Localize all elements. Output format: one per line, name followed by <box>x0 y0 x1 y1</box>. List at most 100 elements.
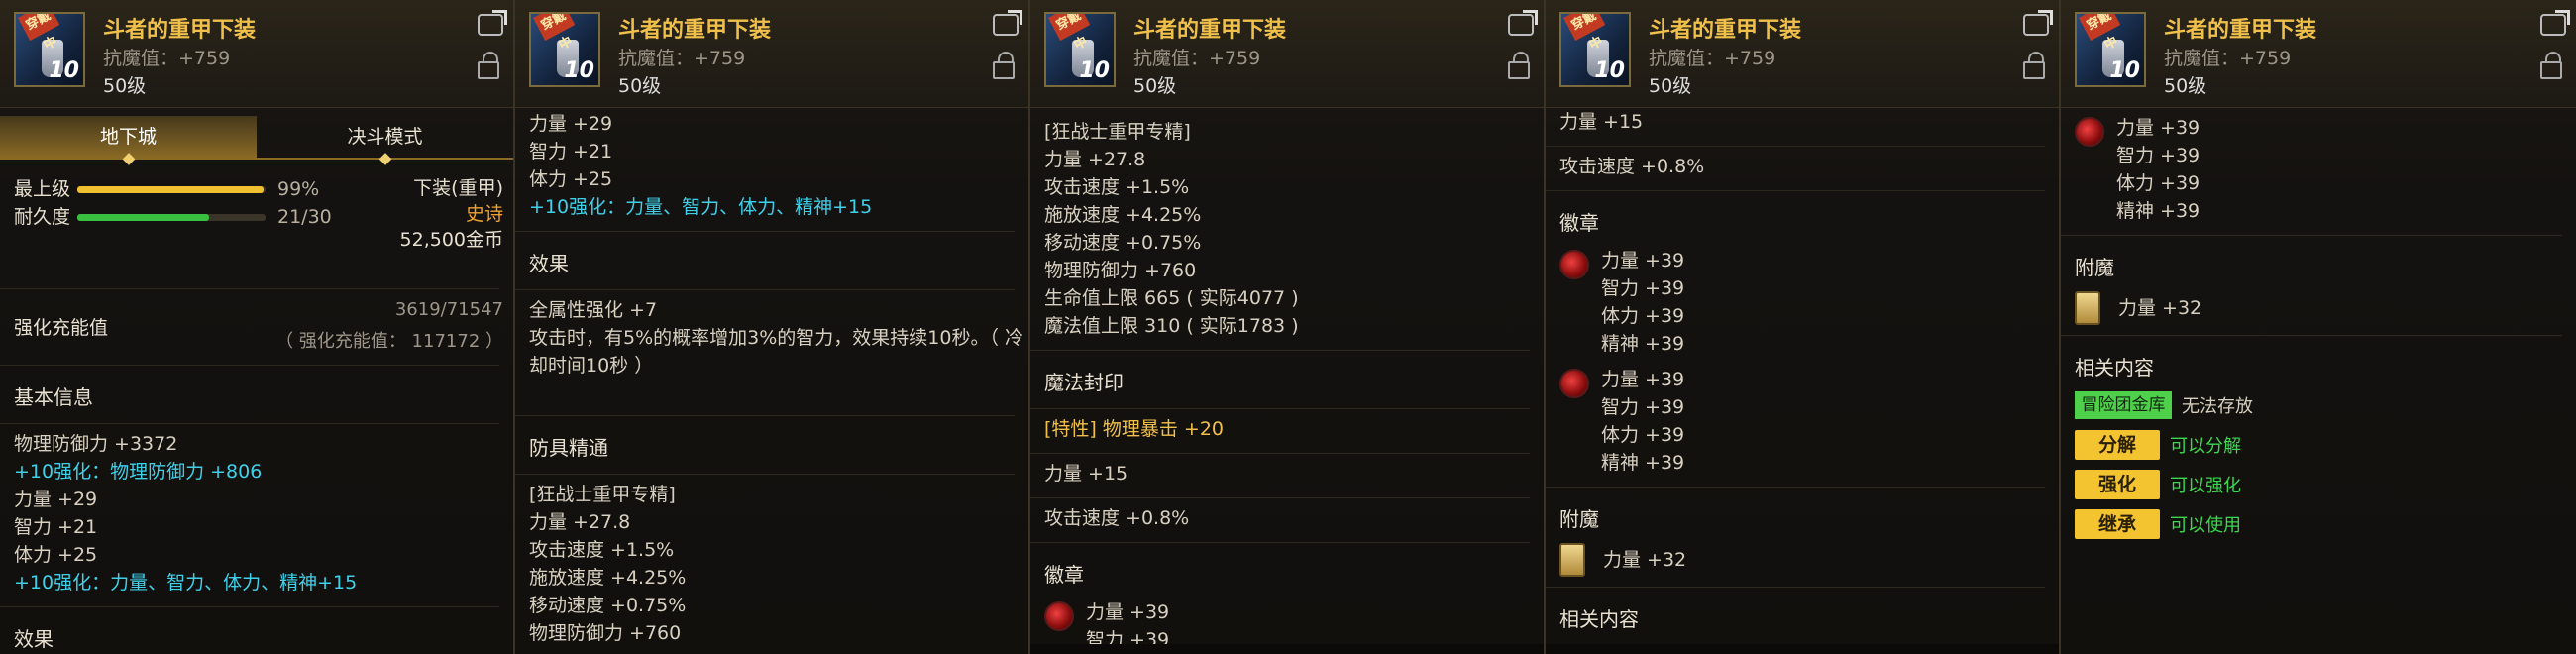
magic-resist: 抗魔值：+759 <box>618 48 746 69</box>
red-emblem-icon <box>1559 369 1589 398</box>
durability-bar <box>77 214 266 221</box>
enchant-row: 力量 +32 <box>1559 543 2059 577</box>
lock-icon[interactable] <box>993 52 1015 79</box>
item-icon: 穿戴中 10 <box>1559 12 1631 87</box>
emblem-line: 力量 +39 <box>1086 601 1170 623</box>
enchant-card-icon <box>2075 291 2100 325</box>
charge-total: （ 强化充能值： 117172 ） <box>275 331 503 352</box>
item-name: 斗者的重甲下装 <box>1133 18 1287 43</box>
stat-line: 力量 +29 <box>529 113 613 135</box>
related-row-enhance: 强化 可以强化 <box>2075 467 2576 502</box>
rarity: 史诗 <box>465 203 503 225</box>
tooltip-panel-5: 穿戴中 10 斗者的重甲下装 抗魔值：+759 50级 力量 +39 智力 +3… <box>2061 0 2576 654</box>
mastery-line: 移动速度 +0.75% <box>1044 232 1202 254</box>
vault-button[interactable]: 冒险团金库 <box>2075 391 2172 419</box>
share-icon[interactable] <box>1508 14 1534 36</box>
lock-icon[interactable] <box>2540 52 2562 79</box>
emblem-line: 体力 +39 <box>1601 424 1685 446</box>
enhance-level: 10 <box>564 58 594 83</box>
emblem-slot-1: 力量 +39 智力 +39 体力 +39 精神 +39 <box>1559 247 2059 358</box>
inherit-button[interactable]: 继承 <box>2075 509 2160 539</box>
enhance-button[interactable]: 强化 <box>2075 470 2160 499</box>
inherit-status: 可以使用 <box>2170 515 2241 536</box>
enchant-card-icon <box>1559 543 1585 577</box>
item-icon: 穿戴中 10 <box>529 12 600 87</box>
equipped-tag: 穿戴中 <box>2079 14 2120 54</box>
charge-label: 强化充能值 <box>14 317 109 339</box>
red-emblem-icon <box>2075 117 2104 147</box>
enchant-label: 附魔 <box>2075 256 2114 279</box>
enhance-level: 10 <box>1594 58 1625 83</box>
mastery-line: 移动速度 +0.75% <box>529 595 687 616</box>
emblem-line: 体力 +39 <box>1601 305 1685 327</box>
mode-tabs: 地下城 决斗模式 <box>0 116 513 165</box>
mastery-line: [狂战士重甲专精] <box>529 484 676 505</box>
item-header: 穿戴中 10 斗者的重甲下装 抗魔值：+759 50级 <box>2061 0 2576 108</box>
equipped-tag: 穿戴中 <box>533 14 575 54</box>
mastery-line: 魔法值上限 310 ( 实际1783 ) <box>1044 315 1299 337</box>
enchant-row: 力量 +32 <box>2075 291 2576 325</box>
related-label: 相关内容 <box>2075 356 2154 380</box>
emblem-line: 智力 +39 <box>1601 277 1685 299</box>
lock-icon[interactable] <box>2023 52 2045 79</box>
basic-info-line: 体力 +25 <box>14 544 98 566</box>
item-name: 斗者的重甲下装 <box>618 18 772 43</box>
enhance-level: 10 <box>49 58 79 83</box>
top-grade-bar <box>77 186 266 193</box>
mastery-line: 攻击速度 +1.5% <box>529 539 675 561</box>
equipped-tag: 穿戴中 <box>1048 14 1090 54</box>
effect-label: 效果 <box>529 252 569 275</box>
tooltip-panel-2: 穿戴中 10 斗者的重甲下装 抗魔值：+759 50级 力量 +29 智力 +2… <box>515 0 1030 654</box>
share-icon[interactable] <box>2540 14 2566 36</box>
enchant-label: 附魔 <box>1559 507 1599 531</box>
seal-line: 力量 +15 <box>1044 463 1128 485</box>
lock-icon[interactable] <box>478 52 499 79</box>
seal-label: 魔法封印 <box>1044 371 1124 394</box>
emblem-line: 精神 +39 <box>1601 333 1685 355</box>
enhance-level: 10 <box>2109 58 2140 83</box>
share-icon[interactable] <box>478 14 503 36</box>
item-name: 斗者的重甲下装 <box>1649 18 1802 43</box>
mastery-line: [狂战士重甲专精] <box>1044 121 1191 143</box>
basic-info-list: 物理防御力 +3372 +10强化：物理防御力 +806 力量 +29 智力 +21 体… <box>14 430 513 597</box>
emblem-line: 体力 +39 <box>2116 172 2200 194</box>
tab-pvp[interactable]: 决斗模式 <box>257 116 513 165</box>
magic-resist: 抗魔值：+759 <box>1649 48 1776 69</box>
related-row-vault: 冒险团金库 无法存放 <box>2075 387 2576 423</box>
share-icon[interactable] <box>2023 14 2049 36</box>
stat-line: +10强化：力量、智力、体力、精神+15 <box>529 196 873 218</box>
mastery-line: 施放速度 +4.25% <box>529 567 687 589</box>
enchant-value: 力量 +32 <box>1603 549 1687 571</box>
emblem-slot: 力量 +39 智力 +39 体力 +39 精神 +39 <box>2075 114 2576 225</box>
equipped-tag: 穿戴中 <box>1563 14 1605 54</box>
tab-dungeon[interactable]: 地下城 <box>0 116 257 165</box>
item-header: 穿戴中 10 斗者的重甲下装 抗魔值：+759 50级 <box>1546 0 2059 108</box>
charge-value: 3619/71547 <box>394 299 503 320</box>
mastery-line: 物理防御力 +760 <box>1044 260 1197 281</box>
mastery-line: 攻击速度 +1.5% <box>1044 176 1190 198</box>
vault-status: 无法存放 <box>2182 396 2253 417</box>
item-header: 穿戴中 10 斗者的重甲下装 抗魔值：+759 50级 <box>1030 0 1544 108</box>
mastery-line: 力量 +27.8 <box>1044 149 1146 170</box>
share-icon[interactable] <box>993 14 1019 36</box>
item-icon: 穿戴中 10 <box>2075 12 2146 87</box>
disassemble-button[interactable]: 分解 <box>2075 430 2160 460</box>
mastery-label: 防具精通 <box>529 436 608 460</box>
durability-value: 21/30 <box>277 206 332 228</box>
item-name: 斗者的重甲下装 <box>103 18 257 43</box>
seal-line: 力量 +15 <box>1559 111 1644 133</box>
basic-info-line: 智力 +21 <box>14 516 98 538</box>
item-name: 斗者的重甲下装 <box>2164 18 2317 43</box>
item-level: 50级 <box>2164 75 2207 97</box>
magic-resist: 抗魔值：+759 <box>2164 48 2292 69</box>
stat-line: 体力 +25 <box>529 168 613 190</box>
lock-icon[interactable] <box>1508 52 1530 79</box>
item-summary: 下装(重甲) 史诗 52,500金币 <box>400 175 503 253</box>
tooltip-panel-4: 穿戴中 10 斗者的重甲下装 抗魔值：+759 50级 力量 +15 攻击速度 … <box>1546 0 2061 654</box>
mastery-line: 物理防御力 +760 <box>529 622 682 644</box>
related-row-inherit: 继承 可以使用 <box>2075 506 2576 542</box>
magic-resist: 抗魔值：+759 <box>1133 48 1261 69</box>
red-emblem-icon <box>1044 601 1074 631</box>
equipped-tag: 穿戴中 <box>18 14 59 54</box>
item-level: 50级 <box>1133 75 1177 97</box>
